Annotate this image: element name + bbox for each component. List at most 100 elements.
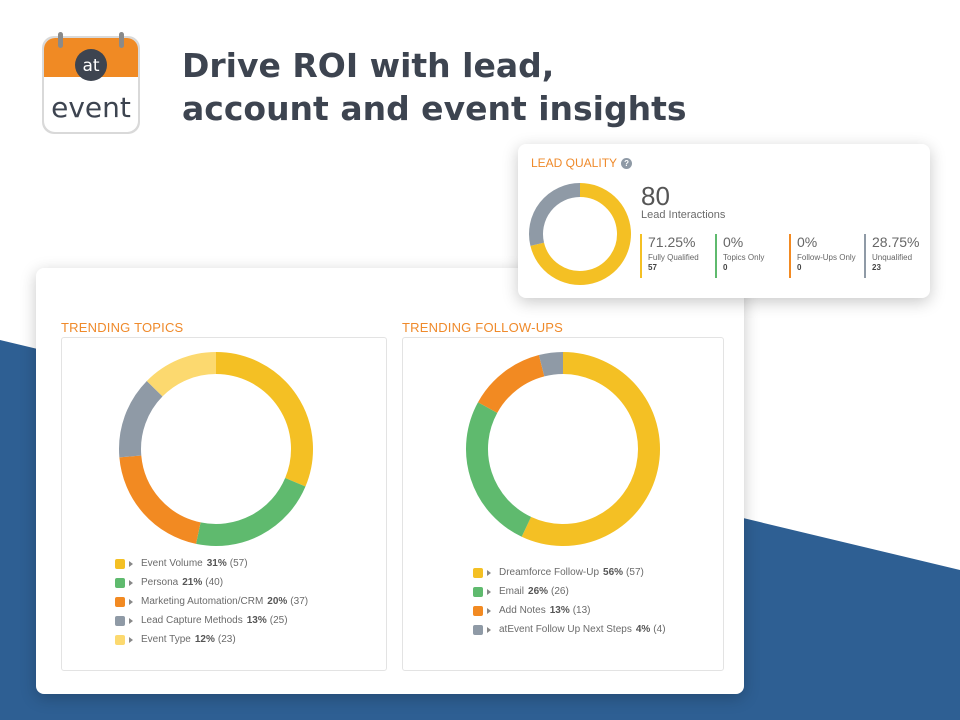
legend-item[interactable]: Event Type 12% (23) xyxy=(115,630,308,649)
legend-label: Lead Capture Methods xyxy=(141,615,243,626)
legend-percent: 4% xyxy=(635,624,651,635)
legend-label: Event Volume xyxy=(141,558,203,569)
stat-count: 0 xyxy=(797,263,802,272)
legend-item[interactable]: Lead Capture Methods 13% (25) xyxy=(115,611,308,630)
trending-topics-panel: Event Volume 31% (57) Persona 21% (40) Marketi… xyxy=(61,337,387,671)
lead-interactions-total: 80 xyxy=(641,181,670,211)
stat-percent: 0% xyxy=(723,234,744,250)
headline: Drive ROI with lead, account and event i… xyxy=(182,44,782,130)
legend-label: Event Type xyxy=(141,634,191,645)
lead-quality-card: LEAD QUALITY ? 80 Lead Interactions 71.2… xyxy=(518,144,930,298)
donut-slice-3 xyxy=(119,381,163,458)
stat-count: 57 xyxy=(648,263,657,272)
legend-swatch xyxy=(473,605,483,616)
trending-topics-title: TRENDING TOPICS xyxy=(61,320,184,335)
trending-followups-panel: Dreamforce Follow-Up 56% (57) Email 26% (26) A… xyxy=(402,337,724,671)
lead-quality-title: LEAD QUALITY ? xyxy=(531,156,633,170)
stat-count: 0 xyxy=(723,263,728,272)
caret-right-icon[interactable] xyxy=(129,560,133,567)
legend-label: Persona xyxy=(141,577,179,588)
dashboard-card: TRENDING TOPICS TRENDING FOLLOW-UPS Even… xyxy=(36,268,744,694)
stat-label: Unqualified xyxy=(872,253,913,262)
legend-item[interactable]: atEvent Follow Up Next Steps 4% (4) xyxy=(473,620,666,639)
calendar-icon: at event xyxy=(42,32,140,134)
legend-label: atEvent Follow Up Next Steps xyxy=(499,624,632,635)
legend-item[interactable]: Email 26% (26) xyxy=(473,582,666,601)
legend-count: (57) xyxy=(229,558,248,569)
donut-slice-3 xyxy=(538,352,564,377)
trending-followups-legend: Dreamforce Follow-Up 56% (57) Email 26% (26) A… xyxy=(473,563,666,639)
legend-count: (26) xyxy=(551,586,569,597)
trending-followups-title: TRENDING FOLLOW-UPS xyxy=(402,320,564,335)
logo-top-text: at xyxy=(82,56,99,76)
caret-right-icon[interactable] xyxy=(129,598,133,605)
legend-item[interactable]: Event Volume 31% (57) xyxy=(115,554,308,573)
donut-slice-0 xyxy=(215,352,313,487)
legend-item[interactable]: Persona 21% (40) xyxy=(115,573,308,592)
help-icon[interactable]: ? xyxy=(621,157,633,169)
legend-swatch xyxy=(115,615,125,626)
legend-label: Add Notes xyxy=(499,605,546,616)
caret-right-icon[interactable] xyxy=(487,569,491,576)
legend-swatch xyxy=(473,586,483,597)
legend-label: Dreamforce Follow-Up xyxy=(499,567,600,578)
stat-label: Follow-Ups Only xyxy=(797,253,856,262)
caret-right-icon[interactable] xyxy=(129,636,133,643)
legend-percent: 12% xyxy=(194,634,215,645)
stat-label: Fully Qualified xyxy=(648,253,699,262)
legend-item[interactable]: Dreamforce Follow-Up 56% (57) xyxy=(473,563,666,582)
trending-followups-donut xyxy=(466,352,660,546)
legend-swatch xyxy=(473,624,483,635)
legend-percent: 26% xyxy=(528,586,549,597)
legend-count: (37) xyxy=(290,596,309,607)
lead-interactions-label: Lead Interactions xyxy=(641,209,726,221)
stat-unqualified: 28.75% Unqualified 23 xyxy=(864,234,919,278)
caret-right-icon[interactable] xyxy=(487,607,491,614)
legend-swatch xyxy=(115,634,125,645)
stat-percent: 28.75% xyxy=(872,234,920,250)
trending-topics-legend: Event Volume 31% (57) Persona 21% (40) Marketi… xyxy=(115,554,308,649)
legend-swatch xyxy=(473,567,483,578)
legend-label: Email xyxy=(499,586,525,597)
legend-swatch xyxy=(115,558,125,569)
legend-swatch xyxy=(115,577,125,588)
trending-topics-donut xyxy=(119,352,313,546)
legend-item[interactable]: Add Notes 13% (13) xyxy=(473,601,666,620)
donut-slice-2 xyxy=(119,455,201,544)
donut-slice-4 xyxy=(146,352,217,397)
stat-count: 23 xyxy=(872,263,881,272)
legend-percent: 20% xyxy=(267,596,288,607)
legend-count: (57) xyxy=(626,567,644,578)
legend-label: Marketing Automation/CRM xyxy=(141,596,264,607)
caret-right-icon[interactable] xyxy=(129,617,133,624)
legend-count: (40) xyxy=(205,577,224,588)
atevent-logo: at event xyxy=(40,30,142,136)
lead-quality-donut xyxy=(529,183,631,285)
stat-topics-only: 0% Topics Only 0 xyxy=(715,234,764,278)
donut-slice-1 xyxy=(466,402,532,537)
stat-percent: 0% xyxy=(797,234,818,250)
donut-slice-3 xyxy=(529,183,581,246)
legend-percent: 21% xyxy=(182,577,203,588)
donut-slice-2 xyxy=(478,355,545,414)
stat-follow-ups-only: 0% Follow-Ups Only 0 xyxy=(789,234,856,278)
logo-bottom-text: event xyxy=(51,91,131,124)
legend-swatch xyxy=(115,596,125,607)
headline-line-2: account and event insights xyxy=(182,89,687,128)
donut-slice-0 xyxy=(521,352,660,546)
caret-right-icon[interactable] xyxy=(487,626,491,633)
legend-count: (13) xyxy=(572,605,591,616)
stat-fully-qualified: 71.25% Fully Qualified 57 xyxy=(640,234,699,278)
legend-count: (25) xyxy=(269,615,288,626)
legend-percent: 31% xyxy=(206,558,227,569)
stat-label: Topics Only xyxy=(723,253,765,262)
legend-percent: 13% xyxy=(549,605,570,616)
headline-line-1: Drive ROI with lead, xyxy=(182,46,555,85)
lead-quality-title-text: LEAD QUALITY xyxy=(531,156,618,170)
legend-count: (23) xyxy=(217,634,236,645)
caret-right-icon[interactable] xyxy=(487,588,491,595)
caret-right-icon[interactable] xyxy=(129,579,133,586)
donut-slice-1 xyxy=(196,477,306,546)
legend-item[interactable]: Marketing Automation/CRM 20% (37) xyxy=(115,592,308,611)
stat-percent: 71.25% xyxy=(648,234,696,250)
